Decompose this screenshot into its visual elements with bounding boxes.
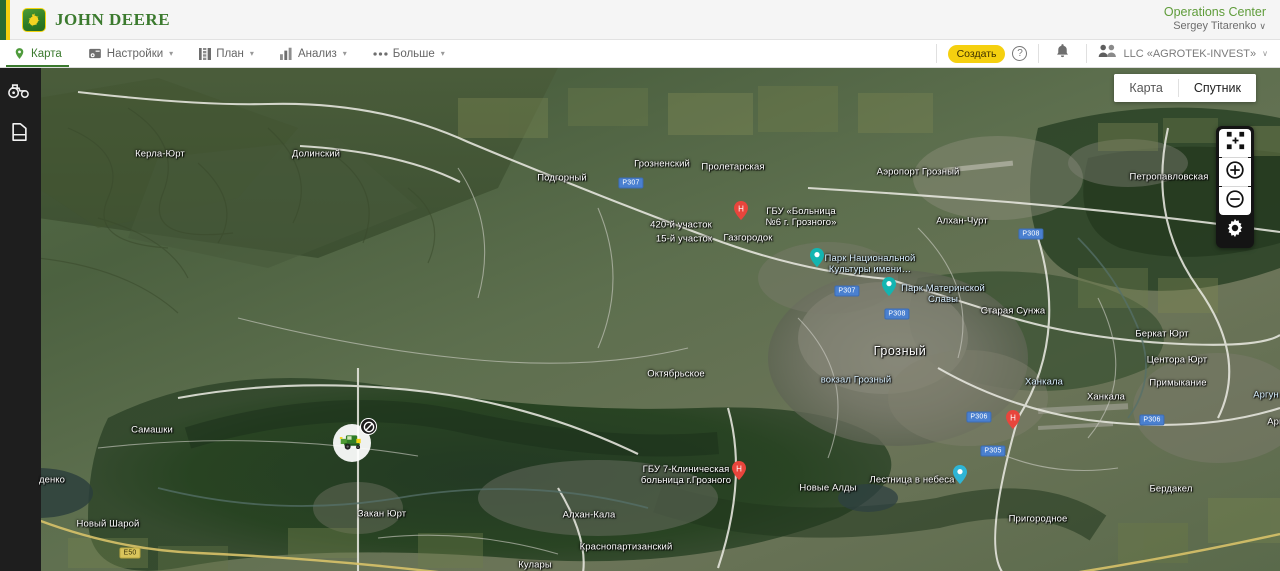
nav-tab-plan-label: План: [216, 47, 244, 60]
field-boundary-icon: [10, 122, 29, 147]
user-name: Sergey Titarenko: [1173, 20, 1257, 33]
operations-center-title: Operations Center: [1163, 4, 1266, 19]
map-pin-icon: [13, 47, 26, 60]
create-button[interactable]: Создать: [947, 44, 1006, 63]
map-type-satellite-button[interactable]: Спутник: [1178, 74, 1256, 102]
brand-logo[interactable]: JOHN DEERE: [22, 7, 171, 32]
nav-tab-map[interactable]: Карта: [0, 40, 75, 67]
combine-harvester-marker[interactable]: [333, 418, 377, 462]
road-shield: P308: [1018, 228, 1044, 240]
chevron-down-icon: ∨: [1259, 21, 1266, 32]
svg-text:H: H: [736, 464, 742, 473]
park-pin[interactable]: [810, 248, 824, 267]
zoom-in-button[interactable]: [1219, 158, 1251, 186]
fullscreen-button[interactable]: [1219, 129, 1251, 157]
chevron-down-icon: ▾: [342, 49, 347, 58]
nav-tab-analysis-label: Анализ: [297, 47, 337, 60]
road-shield: P307: [618, 177, 644, 189]
map-imagery: [38, 68, 1280, 571]
nav-tab-more-label: Больше: [392, 47, 435, 60]
hospital-pin[interactable]: H: [734, 201, 748, 220]
user-menu[interactable]: Sergey Titarenko ∨: [1164, 20, 1266, 34]
organization-selector[interactable]: LLC «AGROTEK-INVEST» ∨: [1087, 40, 1280, 67]
nav-tab-plan[interactable]: План ▾: [186, 40, 267, 67]
notification-bell-icon: [1055, 43, 1070, 64]
nav-tab-settings-label: Настройки: [106, 47, 164, 60]
chevron-down-icon: ∨: [1262, 49, 1268, 58]
brand-bar: JOHN DEERE Operations Center Sergey Tita…: [0, 0, 1280, 40]
bar-chart-icon: [279, 47, 293, 60]
plus-circle-icon: [1225, 160, 1245, 185]
main-nav-bar: Карта Настройки ▾ План ▾ Анализ ▾ Больше…: [0, 40, 1280, 68]
plan-icon: [199, 47, 212, 61]
left-tool-rail: [0, 68, 38, 571]
map-settings-button[interactable]: [1219, 215, 1251, 245]
question-mark-icon[interactable]: ?: [1012, 46, 1028, 61]
zoom-out-button[interactable]: [1219, 187, 1251, 215]
road-shield: P306: [1139, 414, 1165, 426]
notifications-button[interactable]: [1039, 40, 1086, 67]
nav-tab-settings[interactable]: Настройки ▾: [75, 40, 186, 67]
chevron-down-icon: ▾: [249, 49, 254, 58]
road-shield: P308: [884, 308, 910, 320]
organization-people-icon: [1098, 43, 1117, 64]
nav-right-group: Создать ? LLC «AGROTEK-INVEST» ∨: [935, 40, 1280, 67]
organization-label: LLC «AGROTEK-INVEST»: [1123, 47, 1257, 60]
nav-tab-more[interactable]: Больше ▾: [360, 40, 458, 67]
nav-tab-analysis[interactable]: Анализ ▾: [267, 40, 360, 67]
brand-name: JOHN DEERE: [55, 9, 171, 29]
chevron-down-icon: ▾: [440, 49, 445, 58]
hospital-pin[interactable]: H: [732, 461, 746, 480]
gear-icon: [1224, 217, 1246, 244]
road-shield: P307: [834, 285, 860, 297]
settings-icon: [88, 47, 102, 60]
john-deere-deer-logo-icon: [22, 7, 46, 32]
chevron-down-icon: ▾: [169, 49, 174, 58]
tractor-icon: [7, 81, 31, 104]
park-pin[interactable]: [882, 277, 896, 296]
map-controls: [1216, 126, 1254, 248]
operations-center-block: Operations Center Sergey Titarenko ∨: [1164, 5, 1266, 34]
hospital-pin[interactable]: H: [1006, 410, 1020, 429]
minus-circle-icon: [1225, 189, 1245, 214]
machines-tool-button[interactable]: [4, 78, 34, 106]
attraction-pin[interactable]: [953, 465, 967, 484]
map-type-switch: Карта Спутник: [1114, 74, 1256, 102]
combine-harvester-icon: [339, 431, 365, 456]
expand-arrows-icon: [1226, 131, 1245, 155]
road-shield: P306: [966, 411, 992, 423]
no-signal-slash-icon: [360, 418, 377, 435]
road-shield: P305: [980, 445, 1006, 457]
ellipsis-icon: [373, 51, 388, 57]
svg-text:H: H: [1010, 413, 1016, 422]
svg-text:H: H: [738, 204, 744, 213]
satellite-map[interactable]: Керла-Юрт Долинский Подгорный Грозненский Пр…: [38, 68, 1280, 571]
nav-tab-map-label: Карта: [31, 47, 62, 60]
fields-tool-button[interactable]: [4, 120, 34, 148]
map-type-map-button[interactable]: Карта: [1114, 74, 1178, 102]
brand-stripe-yellow: [6, 0, 10, 40]
road-shield: E50: [119, 547, 141, 559]
create-group: Создать ?: [937, 40, 1039, 67]
